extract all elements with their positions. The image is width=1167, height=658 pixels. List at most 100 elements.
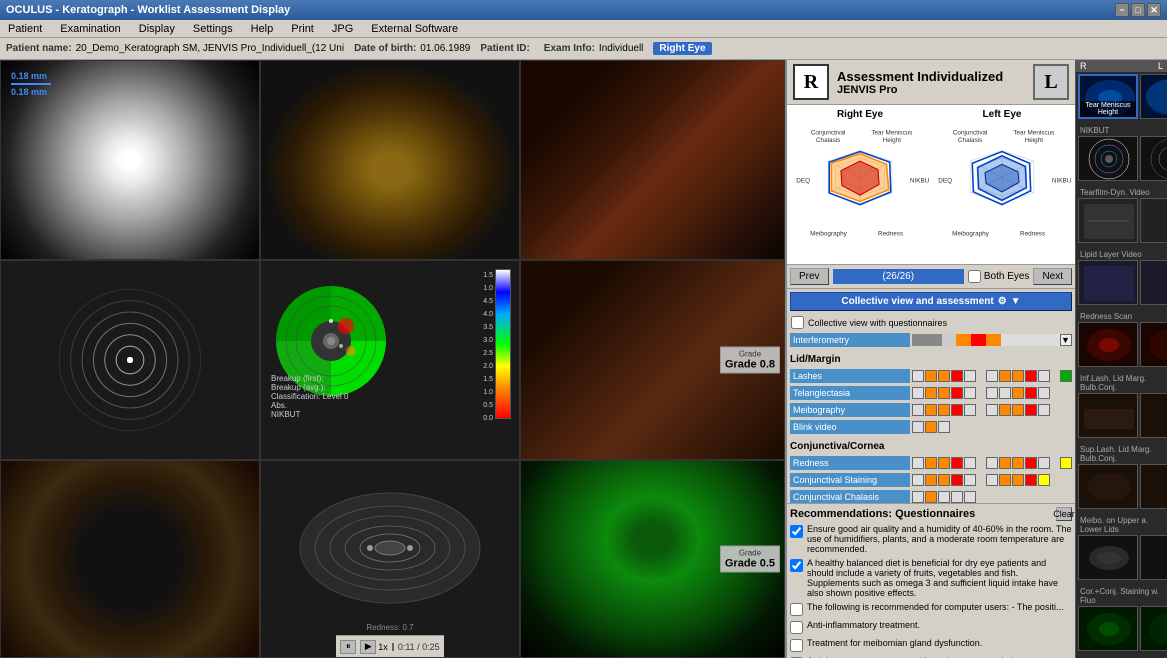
minimize-button[interactable]: − — [1115, 3, 1129, 17]
red-box-6[interactable] — [986, 457, 998, 469]
cs-box-1[interactable] — [912, 474, 924, 486]
blink-box-3[interactable] — [938, 421, 950, 433]
cc-box-1[interactable] — [912, 491, 924, 503]
tel-box-2[interactable] — [925, 387, 937, 399]
meib-box-4[interactable] — [951, 404, 963, 416]
thumb-tear-meniscus-r[interactable]: Tear Meniscus Height — [1078, 74, 1138, 119]
tel-box-9[interactable] — [1025, 387, 1037, 399]
close-button[interactable]: ✕ — [1147, 3, 1161, 17]
thumb-lipid-r[interactable] — [1078, 260, 1138, 305]
thumb-nikbut-r[interactable] — [1078, 136, 1138, 181]
cs-box-10[interactable] — [1038, 474, 1050, 486]
meib-box-9[interactable] — [1025, 404, 1037, 416]
menu-settings[interactable]: Settings — [189, 23, 237, 35]
thumb-meibo-r[interactable] — [1078, 535, 1138, 580]
cs-box-9[interactable] — [1025, 474, 1037, 486]
play-button[interactable]: ▶ — [360, 640, 376, 654]
tel-box-8[interactable] — [1012, 387, 1024, 399]
red-box-2[interactable] — [925, 457, 937, 469]
thumb-inflash-l[interactable] — [1140, 393, 1167, 438]
tel-box-3[interactable] — [938, 387, 950, 399]
interf-scroll[interactable]: ▼ — [1060, 334, 1072, 346]
cc-box-3[interactable] — [938, 491, 950, 503]
tel-box-10[interactable] — [1038, 387, 1050, 399]
meib-box-2[interactable] — [925, 404, 937, 416]
rec-checkbox-3[interactable] — [790, 603, 803, 616]
cs-box-3[interactable] — [938, 474, 950, 486]
cs-box-6[interactable] — [986, 474, 998, 486]
thumb-redness-r[interactable] — [1078, 322, 1138, 367]
lashes-box-7[interactable] — [999, 370, 1011, 382]
lashes-box-1[interactable] — [912, 370, 924, 382]
lashes-box-4[interactable] — [951, 370, 963, 382]
meib-box-3[interactable] — [938, 404, 950, 416]
red-box-10[interactable] — [1038, 457, 1050, 469]
thumb-inflash-r[interactable] — [1078, 393, 1138, 438]
menu-help[interactable]: Help — [247, 23, 278, 35]
menu-examination[interactable]: Examination — [56, 23, 125, 35]
red-box-3[interactable] — [938, 457, 950, 469]
red-box-4[interactable] — [951, 457, 963, 469]
meib-box-7[interactable] — [999, 404, 1011, 416]
meib-box-6[interactable] — [986, 404, 998, 416]
both-eyes-input[interactable] — [968, 270, 981, 283]
thumb-meibo-l[interactable] — [1140, 535, 1167, 580]
red-box-5[interactable] — [964, 457, 976, 469]
cc-box-2[interactable] — [925, 491, 937, 503]
collective-checkbox[interactable] — [791, 316, 804, 329]
thumb-redness-l[interactable] — [1140, 322, 1167, 367]
tel-box-5[interactable] — [964, 387, 976, 399]
lashes-box-3[interactable] — [938, 370, 950, 382]
thumb-cor-staining-r[interactable] — [1078, 606, 1138, 651]
cs-box-2[interactable] — [925, 474, 937, 486]
red-box-1[interactable] — [912, 457, 924, 469]
lashes-box-10[interactable] — [1038, 370, 1050, 382]
video-progress[interactable] — [392, 643, 394, 651]
meib-box-8[interactable] — [1012, 404, 1024, 416]
thumb-tearfilm-l[interactable] — [1140, 198, 1167, 243]
tel-box-7[interactable] — [999, 387, 1011, 399]
cc-box-5[interactable] — [964, 491, 976, 503]
menu-print[interactable]: Print — [287, 23, 318, 35]
both-eyes-checkbox[interactable]: Both Eyes — [968, 270, 1030, 283]
cc-box-4[interactable] — [951, 491, 963, 503]
collective-view-button[interactable]: Collective view and assessment ⚙ ▼ — [790, 292, 1072, 311]
thumb-nikbut-l[interactable] — [1140, 136, 1167, 181]
cs-box-7[interactable] — [999, 474, 1011, 486]
tel-box-1[interactable] — [912, 387, 924, 399]
rec-checkbox-2[interactable] — [790, 559, 803, 572]
lashes-box-5[interactable] — [964, 370, 976, 382]
thumb-tear-meniscus-l[interactable] — [1140, 74, 1167, 119]
menu-external[interactable]: External Software — [367, 23, 462, 35]
rec-checkbox-4[interactable] — [790, 621, 803, 634]
cs-box-5[interactable] — [964, 474, 976, 486]
cs-box-4[interactable] — [951, 474, 963, 486]
tel-box-4[interactable] — [951, 387, 963, 399]
red-box-9[interactable] — [1025, 457, 1037, 469]
redness-score[interactable] — [1060, 457, 1072, 469]
lashes-box-9[interactable] — [1025, 370, 1037, 382]
meib-box-5[interactable] — [964, 404, 976, 416]
rec-checkbox-5[interactable] — [790, 639, 803, 652]
maximize-button[interactable]: □ — [1131, 3, 1145, 17]
thumb-suplash-l[interactable] — [1140, 464, 1167, 509]
blink-box-1[interactable] — [912, 421, 924, 433]
lashes-box-6[interactable] — [986, 370, 998, 382]
lashes-box-2[interactable] — [925, 370, 937, 382]
menu-patient[interactable]: Patient — [4, 23, 46, 35]
prev-button[interactable]: Prev — [790, 268, 829, 285]
lashes-box-8[interactable] — [1012, 370, 1024, 382]
thumb-cor-staining-l[interactable] — [1140, 606, 1167, 651]
cs-box-8[interactable] — [1012, 474, 1024, 486]
lashes-score[interactable] — [1060, 370, 1072, 382]
menu-display[interactable]: Display — [135, 23, 179, 35]
tel-box-6[interactable] — [986, 387, 998, 399]
thumb-suplash-r[interactable] — [1078, 464, 1138, 509]
thumb-tearfilm-r[interactable] — [1078, 198, 1138, 243]
menu-jpg[interactable]: JPG — [328, 23, 357, 35]
rec-checkbox-1[interactable] — [790, 525, 803, 538]
red-box-8[interactable] — [1012, 457, 1024, 469]
next-button[interactable]: Next — [1033, 268, 1072, 285]
clear-button[interactable]: Clear — [1056, 507, 1072, 521]
meib-box-1[interactable] — [912, 404, 924, 416]
